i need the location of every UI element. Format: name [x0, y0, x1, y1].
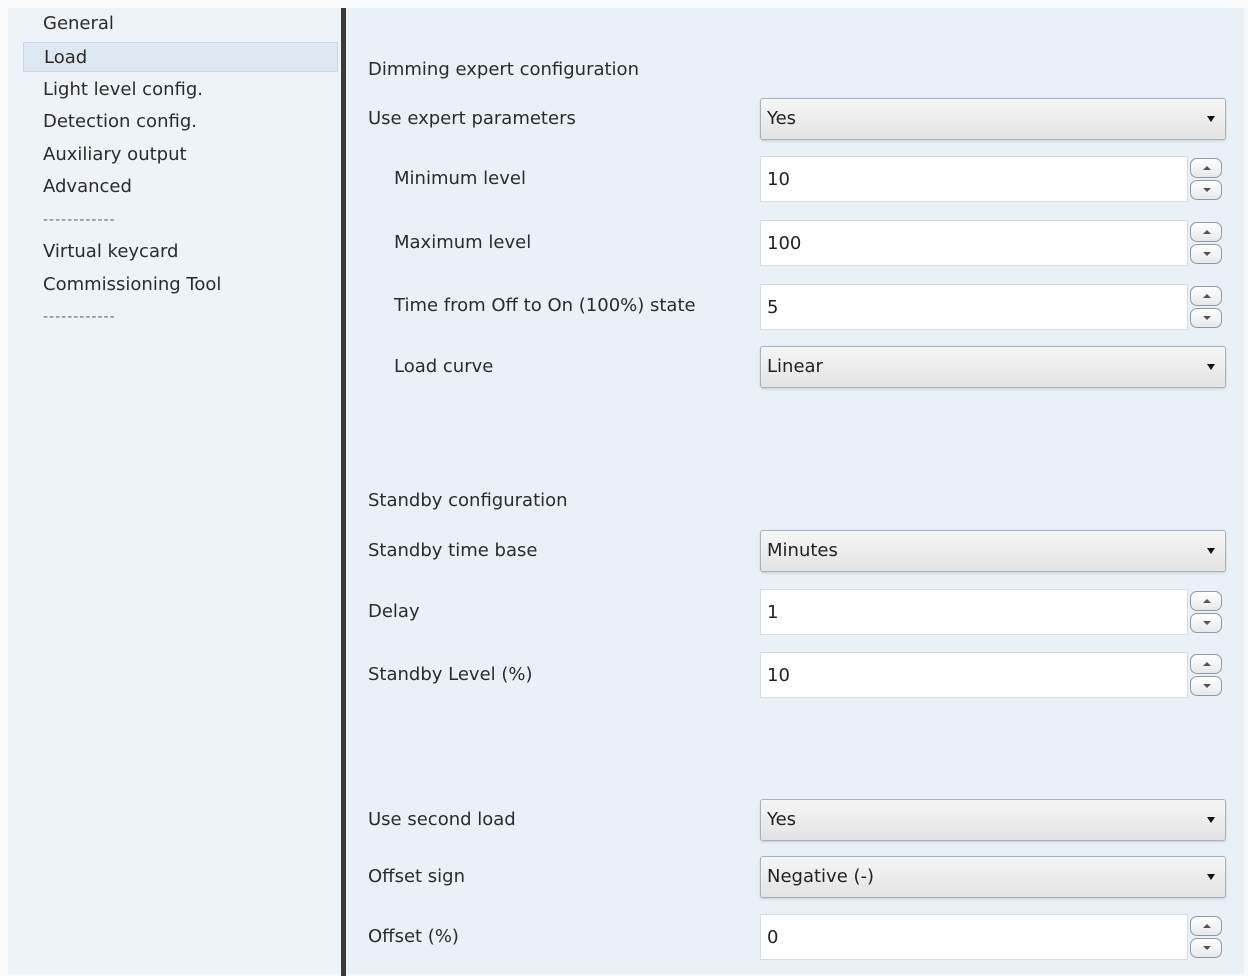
sidebar-item-commissioning-tool[interactable]: Commissioning Tool	[23, 270, 338, 300]
label-offset: Offset (%)	[368, 926, 459, 947]
arrow-down-icon	[1203, 188, 1211, 192]
label-minimum-level: Minimum level	[394, 168, 526, 189]
time-off-to-on-stepper	[1190, 286, 1224, 330]
sidebar-item-general[interactable]: General	[23, 9, 338, 39]
decrement-button[interactable]	[1190, 244, 1222, 264]
label-standby-level: Standby Level (%)	[368, 664, 533, 685]
standby-time-base-dropdown[interactable]: Minutes	[760, 530, 1226, 572]
section-title-dimming: Dimming expert configuration	[368, 59, 639, 80]
label-offset-sign: Offset sign	[368, 866, 466, 887]
use-second-load-dropdown[interactable]: Yes	[760, 799, 1226, 841]
decrement-button[interactable]	[1190, 308, 1222, 328]
increment-button[interactable]	[1190, 158, 1222, 178]
arrow-up-icon	[1203, 294, 1211, 298]
arrow-up-icon	[1203, 924, 1211, 928]
offset-stepper	[1190, 916, 1224, 960]
dropdown-value: Linear	[767, 356, 823, 377]
label-standby-time-base: Standby time base	[368, 540, 538, 561]
increment-button[interactable]	[1190, 916, 1222, 936]
dropdown-value: Negative (-)	[767, 866, 875, 887]
arrow-up-icon	[1203, 166, 1211, 170]
chevron-down-icon	[1207, 364, 1215, 370]
arrow-down-icon	[1203, 684, 1211, 688]
increment-button[interactable]	[1190, 286, 1222, 306]
label-maximum-level: Maximum level	[394, 232, 532, 253]
sidebar-item-virtual-keycard[interactable]: Virtual keycard	[23, 237, 338, 267]
settings-panel: Dimming expert configuration Use expert …	[346, 8, 1244, 974]
offset-input[interactable]: 0	[760, 914, 1188, 960]
dropdown-value: Yes	[767, 108, 797, 129]
label-use-expert-parameters: Use expert parameters	[368, 108, 576, 129]
delay-input[interactable]: 1	[760, 589, 1188, 635]
offset-sign-dropdown[interactable]: Negative (-)	[760, 856, 1226, 898]
chevron-down-icon	[1207, 116, 1215, 122]
delay-stepper	[1190, 591, 1224, 635]
arrow-down-icon	[1203, 621, 1211, 625]
dropdown-value: Yes	[767, 809, 797, 830]
increment-button[interactable]	[1190, 654, 1222, 674]
arrow-down-icon	[1203, 252, 1211, 256]
decrement-button[interactable]	[1190, 180, 1222, 200]
sidebar-item-light-level-config[interactable]: Light level config.	[23, 75, 338, 105]
minimum-level-stepper	[1190, 158, 1224, 202]
sidebar-nav: General Load Light level config. Detecti…	[8, 8, 342, 974]
standby-level-stepper	[1190, 654, 1224, 698]
sidebar-item-detection-config[interactable]: Detection config.	[23, 107, 338, 137]
sidebar-separator: ------------	[43, 212, 116, 228]
label-time-off-to-on: Time from Off to On (100%) state	[394, 295, 696, 316]
maximum-level-stepper	[1190, 222, 1224, 266]
dropdown-value: Minutes	[767, 540, 838, 561]
label-load-curve: Load curve	[394, 356, 494, 377]
decrement-button[interactable]	[1190, 938, 1222, 958]
load-curve-dropdown[interactable]: Linear	[760, 346, 1226, 388]
decrement-button[interactable]	[1190, 676, 1222, 696]
standby-level-input[interactable]: 10	[760, 652, 1188, 698]
label-use-second-load: Use second load	[368, 809, 516, 830]
sidebar-item-load[interactable]: Load	[23, 42, 338, 72]
increment-button[interactable]	[1190, 222, 1222, 242]
maximum-level-input[interactable]: 100	[760, 220, 1188, 266]
arrow-down-icon	[1203, 316, 1211, 320]
sidebar-item-advanced[interactable]: Advanced	[23, 172, 338, 202]
chevron-down-icon	[1207, 874, 1215, 880]
use-expert-parameters-dropdown[interactable]: Yes	[760, 98, 1226, 140]
arrow-up-icon	[1203, 230, 1211, 234]
arrow-down-icon	[1203, 946, 1211, 950]
label-delay: Delay	[368, 601, 420, 622]
arrow-up-icon	[1203, 662, 1211, 666]
chevron-down-icon	[1207, 817, 1215, 823]
decrement-button[interactable]	[1190, 613, 1222, 633]
chevron-down-icon	[1207, 548, 1215, 554]
increment-button[interactable]	[1190, 591, 1222, 611]
time-off-to-on-input[interactable]: 5	[760, 284, 1188, 330]
arrow-up-icon	[1203, 599, 1211, 603]
minimum-level-input[interactable]: 10	[760, 156, 1188, 202]
sidebar-separator: ------------	[43, 309, 116, 325]
section-title-standby: Standby configuration	[368, 490, 568, 511]
sidebar-item-auxiliary-output[interactable]: Auxiliary output	[23, 140, 338, 170]
